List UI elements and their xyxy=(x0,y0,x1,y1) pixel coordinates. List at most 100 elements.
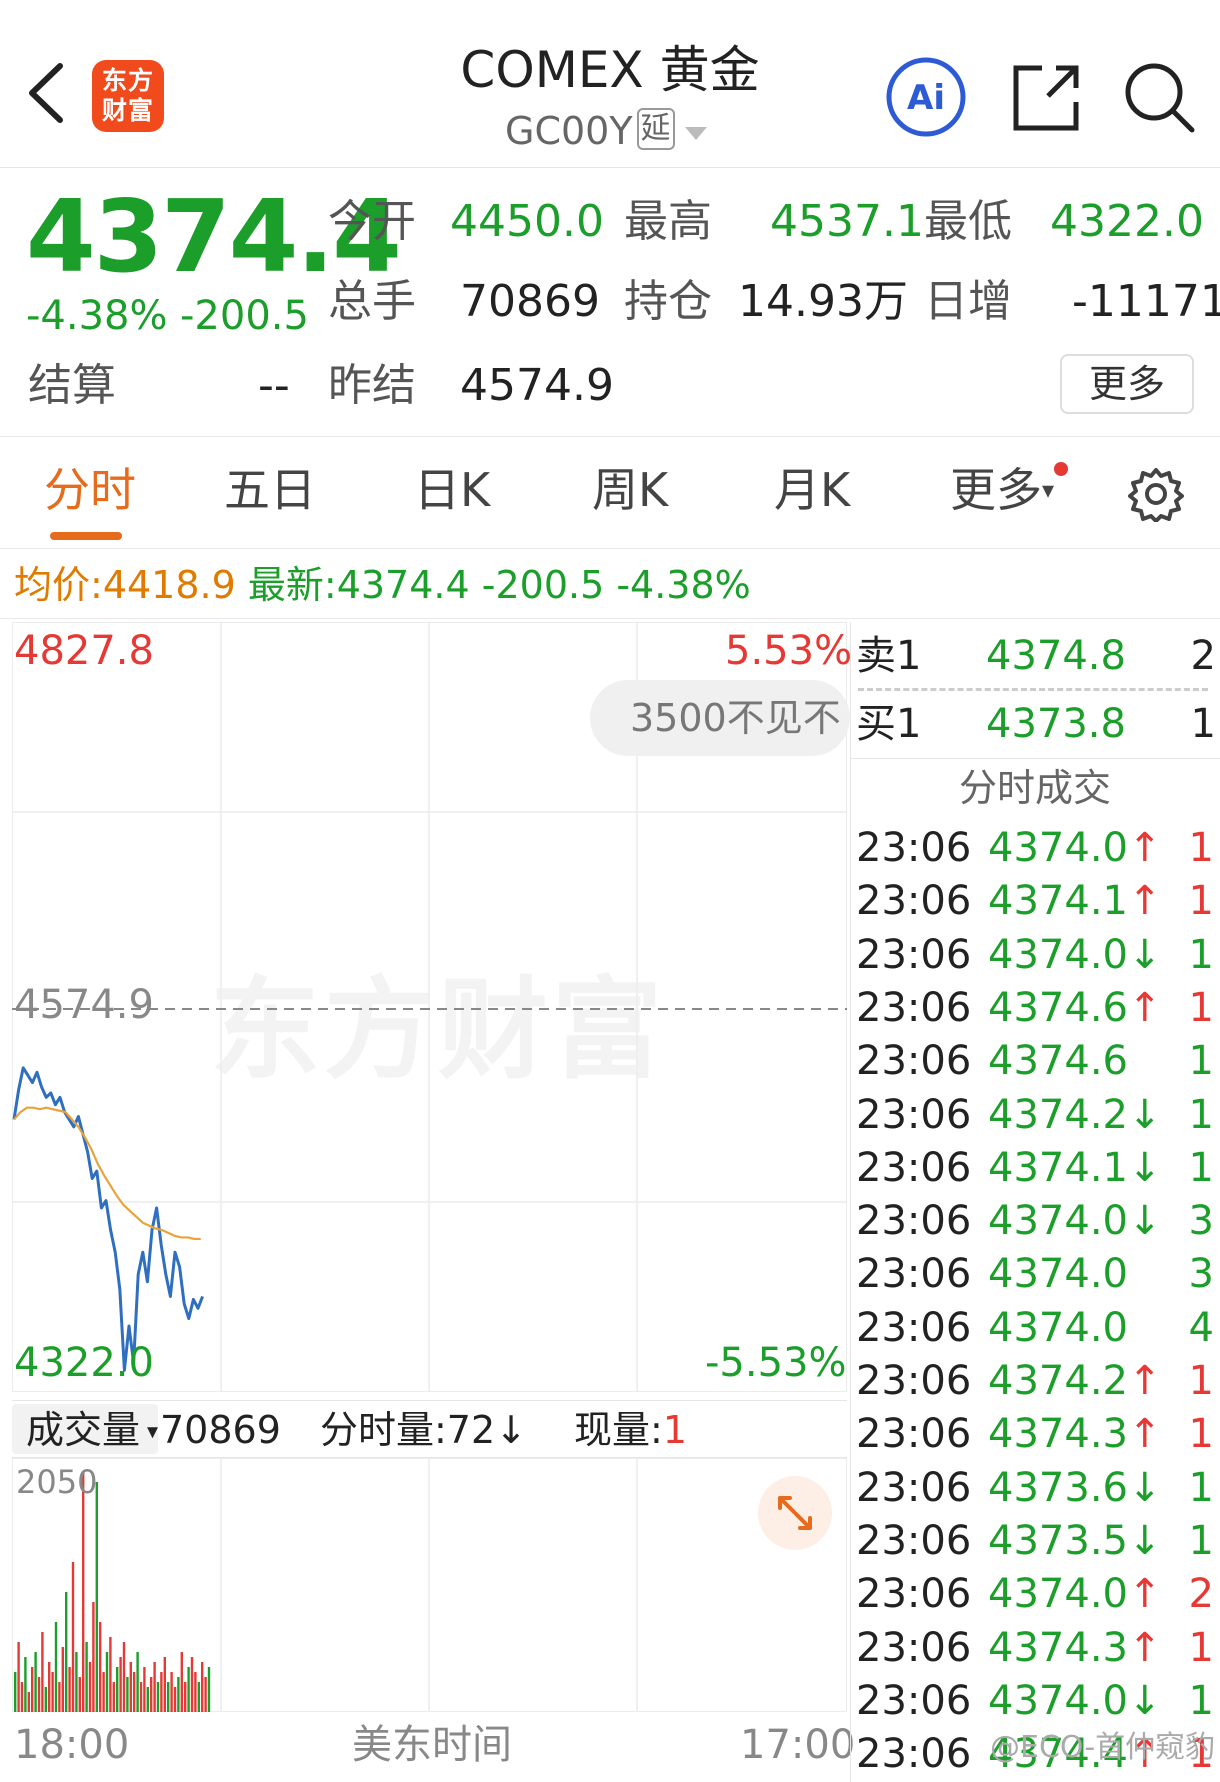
tab-more[interactable]: 更多▾ xyxy=(950,460,1054,520)
volume-chart[interactable] xyxy=(12,1458,847,1712)
trade-time: 23:06 xyxy=(856,878,972,925)
trade-direction-icon: ↑ xyxy=(1128,825,1162,871)
volume-bar xyxy=(133,1672,136,1712)
volume-selector-label[interactable]: 成交量 ▾ xyxy=(26,1401,158,1462)
trade-volume: 1 xyxy=(1188,1677,1214,1724)
average-line xyxy=(13,1106,201,1241)
volume-bar xyxy=(116,1667,119,1712)
delay-badge: 延 xyxy=(636,108,675,150)
trade-row: 23:06 4374.0 4 xyxy=(856,1302,1220,1355)
trade-volume: 1 xyxy=(1188,825,1214,871)
settle-label: 结算 xyxy=(28,360,116,411)
trade-price: 4374.1 xyxy=(988,1144,1128,1191)
volume-bar xyxy=(119,1657,122,1712)
trade-price: 4374.0 xyxy=(988,825,1128,871)
volume-bar xyxy=(194,1672,197,1712)
volume-bar xyxy=(68,1667,71,1712)
trade-price: 4374.6 xyxy=(988,984,1128,1031)
volume-bar xyxy=(190,1657,194,1712)
volume-label: 总手 xyxy=(328,276,416,327)
volume-bar xyxy=(197,1682,200,1712)
low-label: 最低 xyxy=(924,196,1012,247)
trade-volume: 1 xyxy=(1188,1624,1214,1671)
volume-bar xyxy=(27,1692,30,1712)
volume-bar xyxy=(51,1672,54,1712)
volume-bar xyxy=(17,1642,20,1712)
chat-toast[interactable]: 3500不见不 xyxy=(590,680,850,756)
trade-volume: 1 xyxy=(1188,931,1214,978)
tab-monthly-k[interactable]: 月K xyxy=(774,460,850,520)
trade-row: 23:06 4374.0 ↑ 1 xyxy=(856,822,1220,875)
trade-time: 23:06 xyxy=(856,1571,972,1618)
prev-settle-value: 4574.9 xyxy=(460,360,614,411)
trade-row: 23:06 4374.1 ↑ 1 xyxy=(856,875,1220,928)
divider xyxy=(0,548,1220,549)
trade-direction-icon: ↓ xyxy=(1128,1091,1162,1138)
trade-volume: 1 xyxy=(1188,1038,1214,1085)
volume-bar xyxy=(24,1657,27,1712)
tab-five-day[interactable]: 五日 xyxy=(224,460,316,520)
volume-bar xyxy=(102,1672,105,1712)
trade-row: 23:06 4374.6 ↑ 1 xyxy=(856,982,1220,1035)
trade-time: 23:06 xyxy=(856,931,972,978)
trade-time: 23:06 xyxy=(856,1464,972,1511)
volume-now: 现量:1 xyxy=(574,1408,687,1452)
volume-bar xyxy=(54,1622,58,1712)
more-quote-button[interactable]: 更多 xyxy=(1060,354,1194,414)
tab-more-label: 更多 xyxy=(950,463,1042,517)
gear-icon[interactable] xyxy=(1128,466,1184,522)
tab-weekly-k[interactable]: 周K xyxy=(592,460,668,520)
active-tab-underline xyxy=(50,532,122,540)
volume-bar xyxy=(167,1682,170,1712)
trade-direction-icon: ↓ xyxy=(1128,1464,1162,1511)
time-axis-start: 18:00 xyxy=(14,1722,130,1768)
ai-assistant-icon[interactable]: Ai xyxy=(885,56,967,138)
source-watermark: @ECO-首仲窥豹 xyxy=(990,1730,1216,1765)
tab-intraday[interactable]: 分时 xyxy=(44,460,136,520)
instrument-code[interactable]: GC00Y 延 xyxy=(505,108,707,154)
trade-price: 4374.0 xyxy=(988,931,1128,978)
buy-label: 买1 xyxy=(856,701,922,747)
volume-bar xyxy=(65,1592,68,1712)
volume-bar xyxy=(109,1637,112,1712)
change-value: -200.5 xyxy=(180,293,309,339)
daily-inc-label: 日增 xyxy=(924,276,1012,327)
volume-bar xyxy=(150,1677,153,1712)
trade-volume: 1 xyxy=(1188,984,1214,1031)
trade-price: 4374.2 xyxy=(988,1091,1128,1138)
info-change-pct: -4.38% xyxy=(616,563,751,607)
volume-bar xyxy=(201,1662,204,1712)
trade-direction-icon: ↑ xyxy=(1128,984,1162,1031)
volume-bar xyxy=(184,1682,187,1712)
search-icon[interactable] xyxy=(1120,58,1198,136)
trade-price: 4373.5 xyxy=(988,1517,1128,1564)
trade-volume: 1 xyxy=(1188,1358,1214,1404)
trade-price: 4374.2 xyxy=(988,1358,1128,1404)
trade-direction-icon: ↓ xyxy=(1128,931,1162,978)
trade-time: 23:06 xyxy=(856,984,972,1031)
avg-value: 4418.9 xyxy=(102,563,236,607)
share-icon[interactable] xyxy=(1008,60,1084,136)
dropdown-triangle-icon[interactable] xyxy=(684,127,707,140)
change-pct: -4.38% xyxy=(26,293,168,339)
expand-icon[interactable] xyxy=(758,1476,832,1550)
volume-bar xyxy=(112,1682,115,1712)
tab-more-caret-icon: ▾ xyxy=(1042,476,1055,504)
notification-dot xyxy=(1054,462,1068,476)
volume-bar xyxy=(71,1562,75,1712)
price-line xyxy=(12,1066,204,1372)
oi-label: 持仓 xyxy=(624,276,712,327)
volume-bar xyxy=(207,1667,211,1712)
volume-bar xyxy=(75,1652,78,1712)
time-axis-zone: 美东时间 xyxy=(352,1722,512,1768)
volume-total: 70869 xyxy=(160,1408,281,1452)
trade-direction-icon: ↓ xyxy=(1128,1198,1162,1245)
tab-daily-k[interactable]: 日K xyxy=(414,460,490,520)
latest-value: 4374.4 xyxy=(336,563,470,607)
chart-low-label: 4322.0 xyxy=(14,1340,154,1386)
volume-bar xyxy=(156,1682,160,1712)
volume-bar xyxy=(48,1662,51,1712)
volume-bar xyxy=(95,1482,98,1712)
volume-value: 70869 xyxy=(460,276,600,327)
high-label: 最高 xyxy=(624,196,712,247)
